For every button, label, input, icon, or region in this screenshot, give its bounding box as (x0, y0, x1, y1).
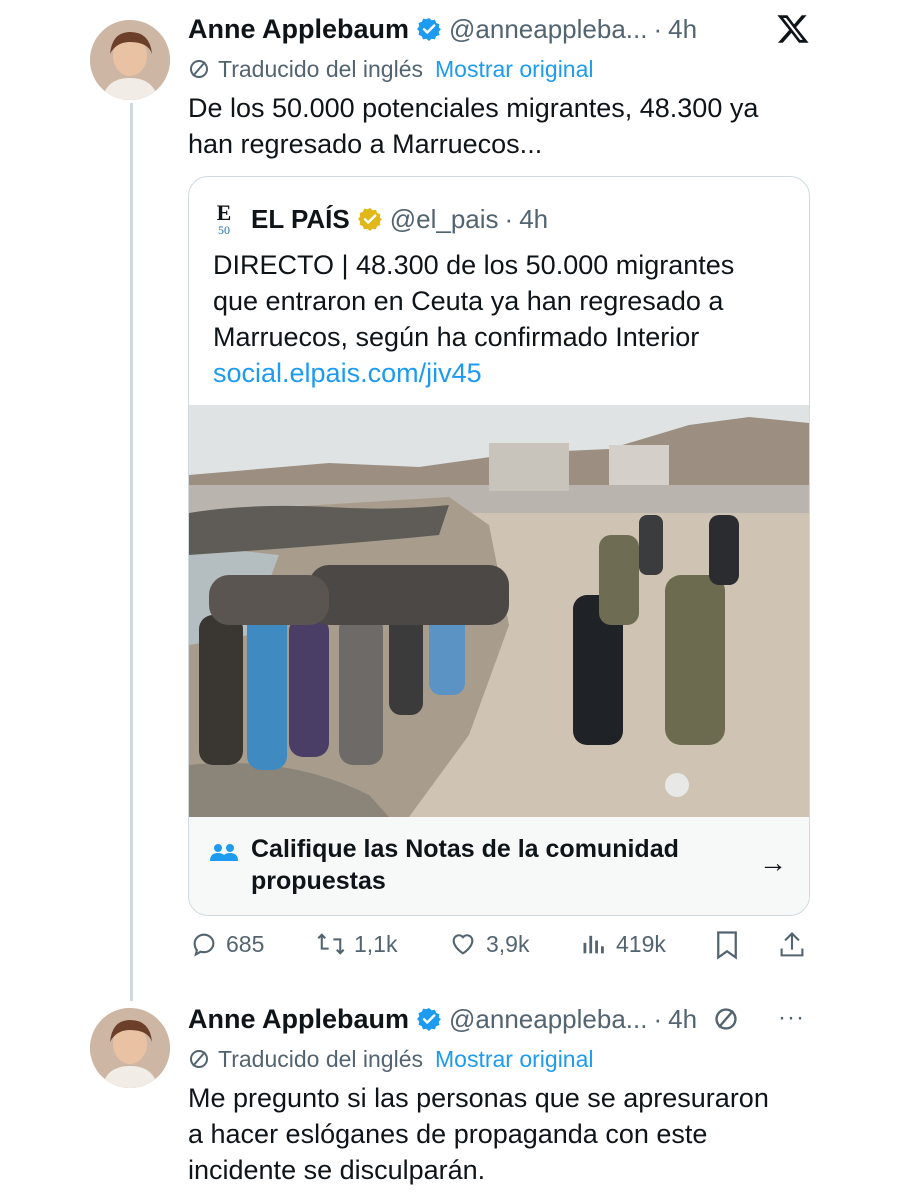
author-name[interactable]: Anne Applebaum (188, 14, 409, 45)
translated-label: Traducido del inglés (218, 1045, 423, 1072)
community-notes-text: Califique las Notas de la comunidad prop… (251, 833, 679, 897)
tweet1-header: Anne Applebaum @anneappleba... · 4h (188, 10, 697, 48)
author-handle[interactable]: @anneappleba... (449, 14, 647, 45)
x-logo-icon[interactable] (776, 12, 810, 46)
community-notes-line: propuestas (251, 867, 386, 895)
reply-button[interactable]: 685 (190, 930, 264, 958)
translate-icon (188, 58, 210, 80)
separator-dot: · (504, 203, 514, 234)
bookmark-icon (717, 931, 737, 960)
separator-dot: · (653, 1003, 663, 1034)
tweet1-text: De los 50.000 potenciales migrantes, 48.… (188, 90, 808, 162)
avatar-image (90, 20, 170, 100)
repost-button[interactable]: 1,1k (316, 930, 397, 958)
logo-number: 50 (218, 223, 230, 237)
quoted-tweet-text: DIRECTO | 48.300 de los 50.000 migrantes… (213, 247, 793, 391)
avatar-image (90, 1008, 170, 1088)
share-icon (780, 931, 804, 957)
tweet2-header: Anne Applebaum @anneappleba... · 4h (188, 1000, 739, 1038)
tweet-text-line: incidente se disculparán. (188, 1155, 486, 1185)
el-pais-logo[interactable]: E 50 (211, 200, 237, 237)
heart-icon (452, 934, 474, 955)
thread-connector-line (130, 103, 133, 1001)
logo-letter: E (216, 200, 232, 225)
quoted-tweet-link[interactable]: social.elpais.com/jiv45 (213, 355, 793, 391)
bookmark-button[interactable] (714, 930, 748, 960)
show-original-link[interactable]: Mostrar original (435, 1046, 594, 1073)
tweet-text-line: De los 50.000 potenciales migrantes, 48.… (188, 93, 759, 123)
quoted-tweet-time[interactable]: 4h (519, 204, 548, 235)
like-button[interactable]: 3,9k (448, 930, 529, 958)
arrow-right-icon[interactable]: → (759, 847, 787, 879)
translation-bar: Traducido del inglés Mostrar original (188, 54, 594, 84)
quoted-tweet-photo[interactable] (189, 405, 809, 817)
tweet-time[interactable]: 4h (668, 14, 697, 45)
author-name[interactable]: Anne Applebaum (188, 1004, 409, 1035)
translate-icon (713, 1006, 739, 1032)
community-notes-line: Califique las Notas de la comunidad (251, 835, 679, 863)
views-button[interactable]: 419k (580, 930, 666, 958)
reply-icon (193, 933, 215, 957)
beach-scene-image (189, 405, 809, 817)
view-count: 419k (616, 930, 666, 957)
author-avatar[interactable] (90, 1008, 170, 1088)
more-options-icon[interactable]: ··· (778, 1004, 805, 1032)
quoted-text-line: DIRECTO | 48.300 de los 50.000 migrantes (213, 250, 735, 280)
quoted-text-line: Marruecos, según ha confirmado Interior (213, 322, 700, 352)
community-people-icon (209, 841, 239, 865)
quoted-tweet-header: E 50 EL PAÍS @el_pais · 4h (211, 201, 548, 237)
tweet-text-line: a hacer eslóganes de propaganda con este (188, 1119, 708, 1149)
translated-label: Traducido del inglés (218, 55, 423, 82)
verified-gold-badge-icon[interactable] (357, 207, 382, 231)
translation-bar: Traducido del inglés Mostrar original (188, 1044, 594, 1074)
quoted-text-line: que entraron en Ceuta ya han regresado a (213, 286, 724, 316)
verified-badge-icon[interactable] (417, 1007, 442, 1031)
author-avatar[interactable] (90, 20, 170, 100)
verified-badge-icon[interactable] (417, 17, 442, 41)
share-button[interactable] (778, 930, 814, 960)
quoted-author-name[interactable]: EL PAÍS (251, 204, 350, 235)
repost-icon (317, 933, 345, 955)
repost-count: 1,1k (354, 930, 398, 957)
tweet-time[interactable]: 4h (668, 1004, 697, 1035)
quoted-author-handle[interactable]: @el_pais (390, 204, 499, 235)
show-original-link[interactable]: Mostrar original (435, 56, 594, 83)
like-count: 3,9k (486, 930, 530, 957)
views-chart-icon (583, 935, 604, 954)
separator-dot: · (653, 13, 663, 44)
reply-count: 685 (226, 930, 265, 957)
tweet-text-line: han regresado a Marruecos... (188, 129, 543, 159)
author-handle[interactable]: @anneappleba... (449, 1004, 647, 1035)
translate-icon (188, 1048, 210, 1070)
tweet2-text: Me pregunto si las personas que se apres… (188, 1080, 828, 1188)
community-notes-banner[interactable]: Califique las Notas de la comunidad prop… (189, 817, 809, 915)
quoted-tweet-card[interactable]: E 50 EL PAÍS @el_pais · 4h DIRECTO | 48.… (188, 176, 810, 916)
tweet-text-line: Me pregunto si las personas que se apres… (188, 1083, 769, 1113)
